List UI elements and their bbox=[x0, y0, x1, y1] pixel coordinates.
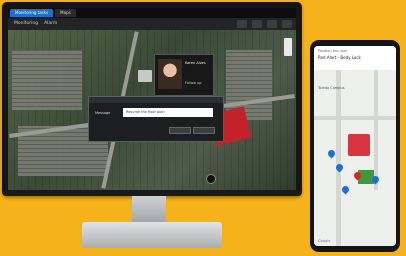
person-subtitle: Follow up bbox=[185, 81, 202, 85]
phone-map[interactable] bbox=[314, 70, 396, 246]
person-name: Karen Alves bbox=[185, 61, 206, 65]
tab-maps[interactable]: Maps bbox=[55, 9, 76, 17]
phone-header-line1: Position the user bbox=[318, 49, 348, 53]
fullscreen-icon[interactable] bbox=[282, 20, 292, 28]
dialog-ok-button[interactable] bbox=[169, 127, 191, 134]
filter-icon[interactable] bbox=[252, 20, 262, 28]
toolbar-alarm-menu[interactable]: Alarm bbox=[44, 18, 57, 30]
map-thumbnail[interactable] bbox=[138, 70, 152, 82]
camera-marker-icon[interactable] bbox=[206, 174, 216, 184]
zoom-control[interactable] bbox=[284, 38, 292, 56]
person-card[interactable]: Karen Alves Follow up bbox=[154, 54, 214, 96]
monitor-stand-base bbox=[82, 222, 222, 248]
phone-header: Position the user Red Alert - Body Lock bbox=[314, 46, 396, 70]
toolbar-monitoring-menu[interactable]: Monitoring bbox=[14, 18, 38, 30]
settings-icon[interactable] bbox=[267, 20, 277, 28]
parking-lot bbox=[12, 50, 82, 110]
toolbar: Monitoring Alarm bbox=[8, 18, 296, 30]
phone-building[interactable] bbox=[348, 134, 370, 156]
dialog-label: Message bbox=[95, 111, 111, 115]
phone-road bbox=[374, 70, 378, 190]
tab-bar: Monitoring tasks Maps bbox=[8, 8, 296, 18]
tab-monitoring[interactable]: Monitoring tasks bbox=[10, 9, 54, 17]
person-photo bbox=[158, 59, 182, 89]
phone-screen: Position the user Red Alert - Body Lock … bbox=[314, 46, 396, 246]
phone-header-line2: Red Alert - Body Lock bbox=[318, 55, 361, 60]
phone-road bbox=[336, 70, 341, 246]
phone-road bbox=[314, 116, 396, 120]
toolbar-icons bbox=[237, 20, 292, 28]
google-logo: Google bbox=[318, 239, 331, 243]
layers-icon[interactable] bbox=[237, 20, 247, 28]
smartphone: Position the user Red Alert - Body Lock … bbox=[310, 40, 400, 252]
phone-place-label: Toledo Campus bbox=[318, 86, 345, 90]
dialog-cancel-button[interactable] bbox=[193, 127, 215, 134]
monitor-screen: Monitoring tasks Maps Monitoring Alarm K… bbox=[8, 8, 296, 190]
message-dialog: Message Resume the floor plan bbox=[88, 96, 224, 142]
dialog-header bbox=[89, 97, 223, 103]
desktop-monitor: Monitoring tasks Maps Monitoring Alarm K… bbox=[2, 2, 302, 196]
message-input[interactable]: Resume the floor plan bbox=[123, 108, 213, 117]
